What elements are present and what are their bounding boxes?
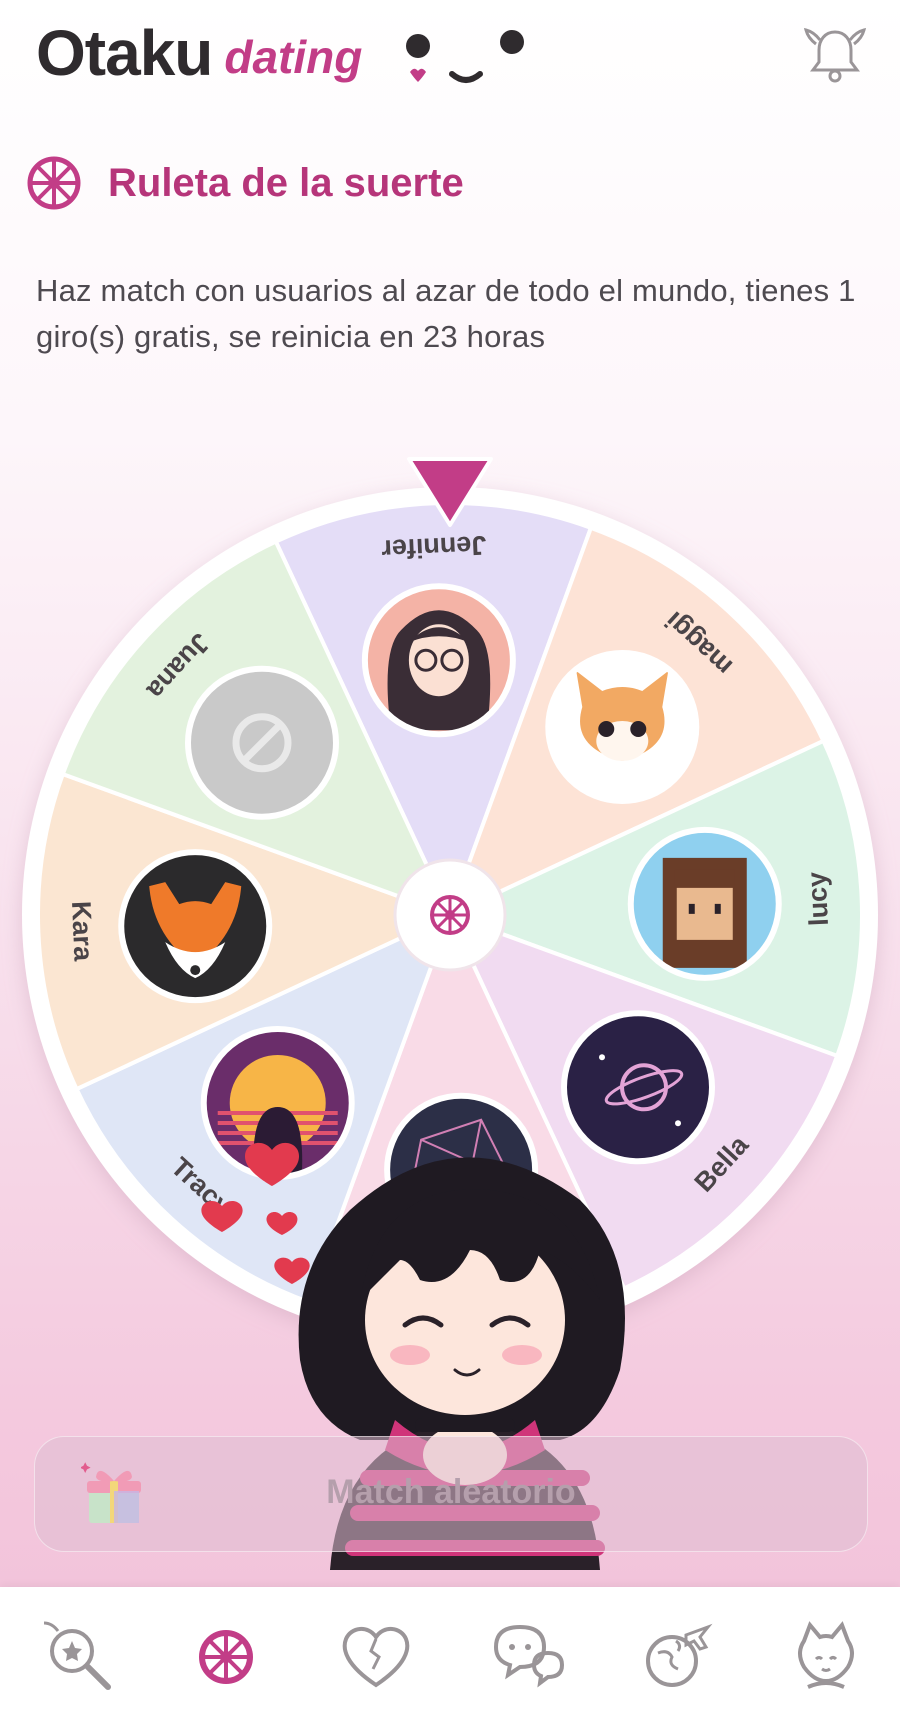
wheel-pointer	[407, 457, 493, 527]
section-title: Ruleta de la suerte	[108, 160, 464, 205]
section-header: Ruleta de la suerte	[26, 155, 464, 211]
nav-matches[interactable]	[336, 1617, 416, 1697]
cat-girl-icon	[798, 1621, 854, 1689]
app-header: Otaku dating	[0, 0, 900, 120]
search-star-icon	[43, 1621, 111, 1690]
nav-world[interactable]	[636, 1617, 716, 1697]
roulette-wheel-icon	[199, 1630, 253, 1684]
kitten-avatar	[545, 649, 700, 804]
heart-icons	[201, 1142, 310, 1284]
bell-icon[interactable]	[802, 22, 868, 88]
wheel-name-jennifer: Jennifer	[380, 530, 487, 565]
nav-roulette[interactable]	[186, 1617, 266, 1697]
roulette-wheel-icon	[27, 156, 81, 210]
nav-profile[interactable]	[786, 1617, 866, 1697]
nav-search[interactable]	[38, 1617, 118, 1697]
app-logo: Otaku dating	[36, 18, 362, 88]
pixel-girl-avatar	[627, 826, 782, 981]
wheel-center-icon	[430, 895, 470, 935]
wheel-name-lucy: lucy	[802, 871, 834, 926]
blocked-avatar	[184, 665, 339, 820]
random-match-button[interactable]: Match aleatorio	[34, 1436, 868, 1552]
glasses-girl-avatar	[361, 583, 516, 738]
random-match-label: Match aleatorio	[326, 1473, 576, 1511]
fox-avatar	[118, 849, 273, 1004]
globe-plane-icon	[646, 1623, 713, 1687]
bottom-navigation	[0, 1587, 900, 1729]
section-description: Haz match con usuarios al azar de todo e…	[36, 273, 856, 354]
wheel-name-kara: Kara	[66, 900, 99, 962]
broken-heart-icon	[342, 1627, 410, 1688]
chat-bubbles-icon	[493, 1624, 565, 1688]
logo-sub-text: dating	[224, 31, 363, 83]
logo-main-text: Otaku	[36, 17, 213, 89]
nav-chat[interactable]	[486, 1617, 566, 1697]
kaomoji-face-icon	[406, 30, 524, 83]
